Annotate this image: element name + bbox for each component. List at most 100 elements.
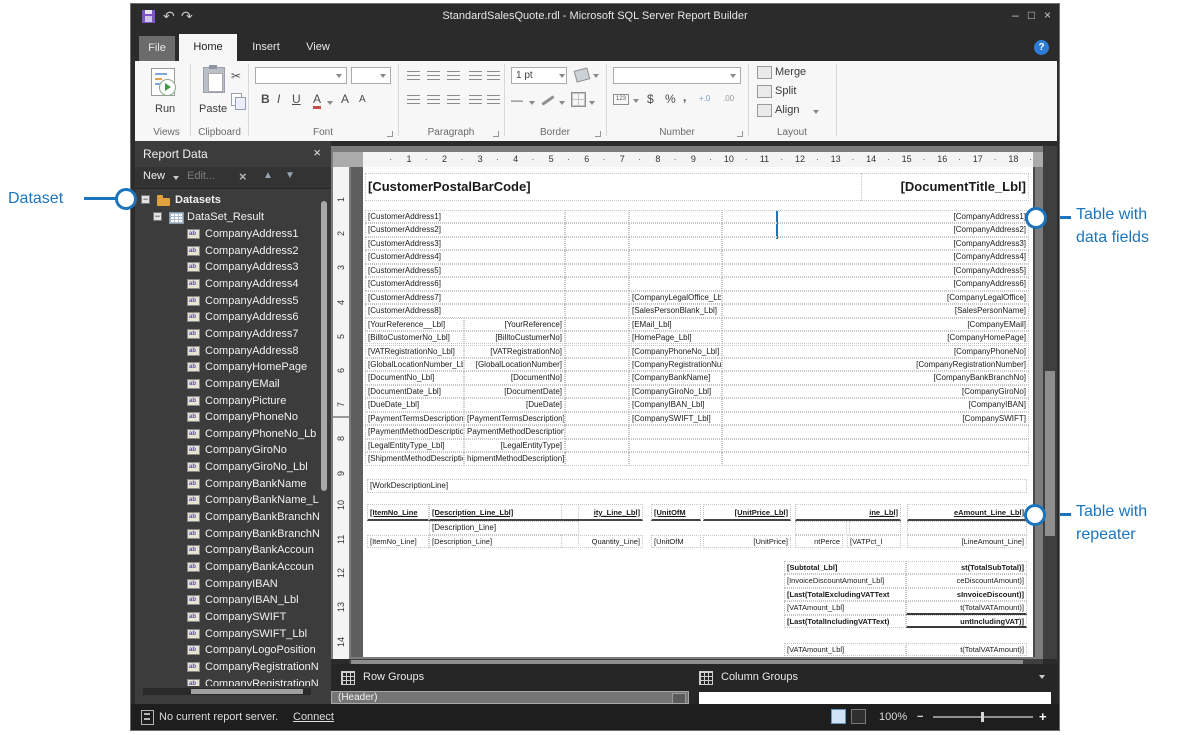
field-cell[interactable] bbox=[722, 439, 1029, 452]
field-cell[interactable]: [CompanyRegistrationNumber] bbox=[722, 358, 1029, 371]
borders-dropdown-icon[interactable] bbox=[589, 101, 595, 105]
field-cell[interactable]: [PaymentMethodDescriptio bbox=[365, 425, 464, 438]
move-down-icon[interactable]: ▼ bbox=[285, 170, 295, 181]
percent-icon[interactable]: % bbox=[665, 92, 676, 106]
field-cell-empty[interactable] bbox=[565, 358, 629, 371]
field-cell[interactable]: [CustomerAddress5] bbox=[365, 264, 565, 277]
align-dropdown-icon[interactable] bbox=[813, 110, 819, 114]
field-cell-empty[interactable] bbox=[565, 237, 629, 250]
field-cell-empty[interactable] bbox=[565, 277, 629, 290]
font-color-dropdown-icon[interactable] bbox=[327, 101, 333, 105]
field-cell[interactable]: [CompanyAddress6] bbox=[722, 277, 1029, 290]
maximize-button[interactable]: □ bbox=[1024, 8, 1039, 22]
field-cell[interactable]: [GlobalLocationNumber] bbox=[464, 358, 565, 371]
field-cell[interactable]: [HomePage_Lbl] bbox=[629, 331, 722, 344]
tree-field-item[interactable]: CompanyAddress5 bbox=[135, 293, 331, 309]
edit-button[interactable]: Edit... bbox=[187, 170, 215, 182]
font-dialog-launcher-icon[interactable] bbox=[387, 131, 393, 137]
tree-field-item[interactable]: CompanyGiroNo_Lbl bbox=[135, 459, 331, 475]
field-cell-empty[interactable] bbox=[565, 345, 629, 358]
tree-field-item[interactable]: CompanyAddress4 bbox=[135, 276, 331, 292]
tree-field-item[interactable]: CompanyIBAN bbox=[135, 576, 331, 592]
field-cell[interactable]: [CompanyBankName] bbox=[629, 371, 722, 384]
font-family-select[interactable] bbox=[255, 67, 347, 84]
minimize-button[interactable]: – bbox=[1008, 8, 1023, 22]
repeater-header-cell[interactable]: ine_Lbl] bbox=[795, 504, 901, 521]
field-cell[interactable]: [CustomerAddress8] bbox=[365, 304, 565, 317]
tree-field-item[interactable]: CompanyBankBranchN bbox=[135, 526, 331, 542]
repeater-detail-cell[interactable]: ntPerce bbox=[795, 535, 843, 549]
totals-label-cell[interactable]: [Last(TotalExcludingVATText bbox=[784, 588, 906, 601]
borders-icon[interactable] bbox=[571, 92, 586, 107]
field-cell[interactable]: [CompanyBankBranchNo] bbox=[722, 371, 1029, 384]
column-groups-area[interactable] bbox=[699, 692, 1051, 704]
decrease-decimal-icon[interactable]: .00 bbox=[723, 94, 734, 103]
italic-button[interactable]: I bbox=[277, 92, 280, 106]
field-cell[interactable]: [CompanyLegalOffice_Lbl] bbox=[629, 291, 722, 304]
field-cell[interactable]: [SalesPersonName] bbox=[722, 304, 1029, 317]
repeater-header-cell[interactable]: ity_Line_Lbl] bbox=[561, 504, 643, 521]
field-cell-empty[interactable] bbox=[565, 331, 629, 344]
tree-field-item[interactable]: CompanyPicture bbox=[135, 393, 331, 409]
field-cell[interactable]: [LegalEntityType_Lbl] bbox=[365, 439, 464, 452]
align-bottom-icon[interactable] bbox=[447, 71, 460, 80]
font-color-button[interactable]: A bbox=[313, 92, 321, 109]
tree-field-item[interactable]: CompanyPhoneNo_Lb bbox=[135, 426, 331, 442]
field-cell[interactable]: [GlobalLocationNumber_Lb bbox=[365, 358, 464, 371]
field-cell[interactable]: [CompanyPhoneNo_Lbl] bbox=[629, 345, 722, 358]
field-cell-empty[interactable] bbox=[565, 318, 629, 331]
field-cell[interactable]: [DueDate_Lbl] bbox=[365, 398, 464, 411]
repeater-header-cell[interactable]: eAmount_Line_Lbl] bbox=[907, 504, 1027, 521]
field-cell[interactable]: [CompanyRegistrationNum bbox=[629, 358, 722, 371]
totals-value-cell[interactable]: untIncludingVAT)] bbox=[906, 615, 1027, 628]
totals-value-cell[interactable]: t(TotalVATAmount)] bbox=[906, 601, 1027, 614]
zoom-out-icon[interactable]: − bbox=[917, 711, 923, 723]
field-cell[interactable]: [CompanyLegalOffice] bbox=[722, 291, 1029, 304]
field-cell[interactable]: [CustomerAddress2] bbox=[365, 223, 565, 236]
tree-field-item[interactable]: CompanyAddress3 bbox=[135, 259, 331, 275]
zoom-slider-thumb[interactable] bbox=[981, 712, 984, 722]
delete-icon[interactable]: × bbox=[239, 169, 247, 184]
field-cell[interactable] bbox=[722, 452, 1029, 465]
split-button[interactable]: Split bbox=[775, 85, 796, 97]
field-cell[interactable]: [CompanyGiroNo_Lbl] bbox=[629, 385, 722, 398]
run-view-icon[interactable] bbox=[851, 709, 866, 724]
field-cell[interactable]: [BilltoCustomerNo_Lbl] bbox=[365, 331, 464, 344]
close-button[interactable]: × bbox=[1040, 8, 1055, 22]
totals-label-cell[interactable]: [Subtotal_Lbl] bbox=[784, 561, 906, 574]
align-center-icon[interactable] bbox=[427, 95, 440, 104]
field-cell[interactable]: [PaymentTermsDescription_ bbox=[365, 412, 464, 425]
line-style-button[interactable]: — bbox=[511, 93, 523, 107]
border-width-dropdown-icon[interactable] bbox=[559, 74, 565, 78]
field-cell[interactable]: [LegalEntityType] bbox=[464, 439, 565, 452]
tree-node-dataset-result[interactable]: − DataSet_Result bbox=[135, 209, 331, 225]
field-cell[interactable]: [DueDate] bbox=[464, 398, 565, 411]
number-dialog-launcher-icon[interactable] bbox=[737, 131, 743, 137]
repeater-header-cell[interactable]: [UnitPrice_Lbl] bbox=[703, 504, 791, 521]
repeater-row2-empty-cell[interactable] bbox=[795, 521, 847, 535]
tree-field-item[interactable]: CompanyRegistrationN bbox=[135, 659, 331, 675]
line-style-dropdown-icon[interactable] bbox=[529, 101, 535, 105]
field-cell[interactable] bbox=[629, 264, 722, 277]
field-cell[interactable]: [YourReference] bbox=[464, 318, 565, 331]
field-cell[interactable]: [CompanySWIFT] bbox=[722, 412, 1029, 425]
numbered-list-icon[interactable] bbox=[487, 95, 500, 104]
field-cell[interactable]: [DocumentNo] bbox=[464, 371, 565, 384]
totals-value-cell[interactable]: sInvoiceDiscount)] bbox=[906, 588, 1027, 601]
grouping-pane-dropdown-icon[interactable] bbox=[1039, 675, 1045, 679]
cut-icon[interactable]: ✂ bbox=[231, 69, 241, 83]
design-view-icon[interactable] bbox=[831, 709, 846, 724]
field-cell-empty[interactable] bbox=[565, 371, 629, 384]
field-cell[interactable]: [CompanyEMail] bbox=[722, 318, 1029, 331]
field-cell[interactable] bbox=[629, 237, 722, 250]
fill-color-icon[interactable] bbox=[574, 67, 591, 82]
field-cell[interactable]: PaymentMethodDescription] bbox=[464, 425, 565, 438]
field-cell[interactable] bbox=[629, 439, 722, 452]
repeater-header-cell[interactable]: [ItemNo_Line bbox=[367, 504, 429, 521]
field-cell[interactable]: [CompanyGiroNo] bbox=[722, 385, 1029, 398]
field-cell-empty[interactable] bbox=[565, 223, 629, 236]
collapse-icon[interactable]: − bbox=[141, 195, 150, 204]
field-cell[interactable]: [CompanyIBAN_Lbl] bbox=[629, 398, 722, 411]
row-group-header-item[interactable]: (Header) bbox=[331, 691, 689, 704]
tree-field-item[interactable]: CompanyAddress1 bbox=[135, 226, 331, 242]
